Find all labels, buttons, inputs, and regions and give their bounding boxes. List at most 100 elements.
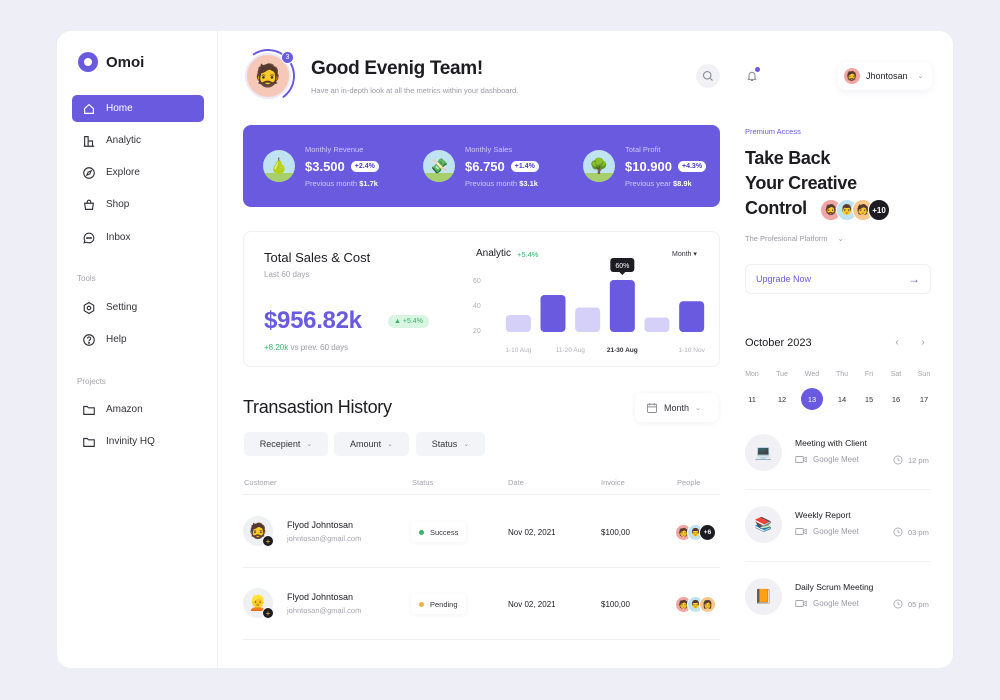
sidebar-item-label: Help xyxy=(106,334,127,345)
analytic-bar-chart: 20 40 60 60% 1-10 Aug 11-20 Aug 21-30 Aug 1-10 … xyxy=(473,258,713,360)
sidebar-item-label: Amazon xyxy=(106,404,143,415)
stat-total-profit: 🌳 Total Profit $10.900 +4.3% Previous ye… xyxy=(583,125,707,207)
calendar-day[interactable]: 17 xyxy=(913,388,935,410)
upgrade-now-button[interactable]: Upgrade Now → xyxy=(745,264,931,294)
bar[interactable] xyxy=(679,301,705,332)
bag-icon xyxy=(82,198,96,212)
add-icon: + xyxy=(262,535,274,547)
event-time: 03 pm xyxy=(893,527,929,537)
folder-icon xyxy=(82,435,96,449)
table-divider xyxy=(243,494,720,495)
chevron-left-icon: ‹ xyxy=(895,336,899,348)
add-icon: + xyxy=(262,607,274,619)
sidebar-item-invinity-hq[interactable]: Invinity HQ xyxy=(72,428,204,455)
platform-select[interactable]: The Profesional Platform ⌄ xyxy=(745,234,844,243)
stat-change-badge: +1.4% xyxy=(510,160,539,172)
bar[interactable] xyxy=(575,307,601,333)
calendar-prev-button[interactable]: ‹ xyxy=(888,333,906,351)
event-item[interactable]: 📙 Daily Scrum Meeting Google Meet 05 pm xyxy=(745,578,935,618)
stat-value: $3.500 xyxy=(305,158,345,174)
calendar-day[interactable]: 16 xyxy=(885,388,907,410)
calendar-day-selected[interactable]: 13 xyxy=(801,388,823,410)
bar[interactable] xyxy=(609,280,635,332)
bar[interactable] xyxy=(644,317,670,333)
sidebar-item-shop[interactable]: Shop xyxy=(72,191,204,218)
sidebar-item-home[interactable]: Home xyxy=(72,95,204,122)
event-title: Daily Scrum Meeting xyxy=(795,582,874,592)
filter-recipient[interactable]: Recepient ⌄ xyxy=(244,432,328,456)
tools-section-label: Tools xyxy=(77,274,96,283)
bar[interactable] xyxy=(505,315,531,332)
projects-section-label: Projects xyxy=(77,377,106,386)
tooltip-text: 60% xyxy=(615,263,629,270)
sidebar-item-setting[interactable]: Setting xyxy=(72,294,204,321)
chevron-down-icon: ⌄ xyxy=(463,441,470,448)
search-button[interactable] xyxy=(696,64,720,88)
calendar-icon xyxy=(647,402,657,413)
customer-email: johntosan@gmail.com xyxy=(287,534,362,543)
tree-illustration-icon: 🌳 xyxy=(583,150,615,182)
weekday-label: Fri xyxy=(864,371,874,378)
sidebar-item-amazon[interactable]: Amazon xyxy=(72,396,204,423)
chevron-right-icon: › xyxy=(921,336,925,348)
bar[interactable] xyxy=(540,295,566,332)
logo-icon xyxy=(78,52,98,72)
event-platform: Google Meet xyxy=(795,455,859,464)
stat-label: Monthly Sales xyxy=(465,144,513,154)
y-tick-label: 40 xyxy=(473,303,481,310)
sales-change-badge: ▲ +5.4% xyxy=(388,315,429,328)
notebook-icon: 📙 xyxy=(745,578,782,615)
bar-chart-svg: 20 40 60 60% 1-10 Aug 11-20 Aug 21-30 Aug 1-10 … xyxy=(473,258,706,354)
calendar-next-button[interactable]: › xyxy=(914,333,932,351)
calendar-day[interactable]: 14 xyxy=(831,388,853,410)
transaction-date: Nov 02, 2021 xyxy=(508,528,556,537)
user-menu[interactable]: 🧔 Jhontosan ⌄ xyxy=(838,62,932,90)
weekday-label: Wed xyxy=(804,371,820,378)
sidebar-item-inbox[interactable]: Inbox xyxy=(72,224,204,251)
home-icon xyxy=(82,102,96,116)
customer-name: Flyod Johntosan xyxy=(287,592,354,602)
logo[interactable]: Omoi xyxy=(78,52,144,72)
user-avatar: 🧔 xyxy=(844,68,860,84)
x-tick-label: 1-10 Nov xyxy=(678,347,705,354)
folder-icon xyxy=(82,403,96,417)
stat-change-badge: +2.4% xyxy=(350,160,379,172)
transaction-date: Nov 02, 2021 xyxy=(508,600,556,609)
event-item[interactable]: 📚 Weekly Report Google Meet 03 pm xyxy=(745,506,935,546)
sidebar-item-label: Analytic xyxy=(106,135,142,146)
sales-period: Last 60 days xyxy=(264,270,310,279)
period-select-button[interactable]: Month ⌄ xyxy=(635,393,718,422)
people-avatars[interactable]: 🧑 👨 👩 xyxy=(675,596,716,613)
filter-status[interactable]: Status ⌄ xyxy=(416,432,485,456)
event-platform: Google Meet xyxy=(795,599,859,608)
chat-icon xyxy=(82,231,96,245)
event-title: Weekly Report xyxy=(795,510,851,520)
arrow-right-icon: → xyxy=(908,272,920,286)
promo-avatars[interactable]: 🧔 👨 🧑 +10 xyxy=(820,199,890,221)
transaction-invoice: $100,00 xyxy=(601,600,630,609)
event-item[interactable]: 💻 Meeting with Client Google Meet 12 pm xyxy=(745,434,935,474)
sidebar-item-analytic[interactable]: Analytic xyxy=(72,127,204,154)
analytic-period-select[interactable]: Month ▾ xyxy=(672,250,697,258)
people-avatars[interactable]: 🧑 👨 +6 xyxy=(675,524,716,541)
transaction-history-title: Transastion History xyxy=(243,397,392,417)
sidebar-item-explore[interactable]: Explore xyxy=(72,159,204,186)
sidebar-item-label: Explore xyxy=(106,167,140,178)
weekday-label: Sun xyxy=(917,371,931,378)
calendar-month: October 2023 xyxy=(745,337,812,349)
y-tick-label: 60 xyxy=(473,278,481,285)
notifications-button[interactable] xyxy=(740,64,764,88)
table-row[interactable]: 🧔 + Flyod Johntosan johntosan@gmail.com … xyxy=(243,496,720,566)
sidebar-item-label: Home xyxy=(106,103,133,114)
people-more-count: +6 xyxy=(699,524,716,541)
sidebar-item-label: Shop xyxy=(106,199,130,210)
calendar-day[interactable]: 11 xyxy=(741,388,763,410)
calendar-day[interactable]: 15 xyxy=(858,388,880,410)
calendar-day[interactable]: 12 xyxy=(771,388,793,410)
status-badge: Pending xyxy=(411,594,466,614)
filter-amount[interactable]: Amount ⌄ xyxy=(334,432,409,456)
sidebar-item-help[interactable]: Help xyxy=(72,326,204,353)
table-row[interactable]: 👱 + Flyod Johntosan johntosan@gmail.com … xyxy=(243,568,720,638)
stat-label: Monthly Revenue xyxy=(305,144,364,154)
sales-title: Total Sales & Cost xyxy=(264,250,371,265)
